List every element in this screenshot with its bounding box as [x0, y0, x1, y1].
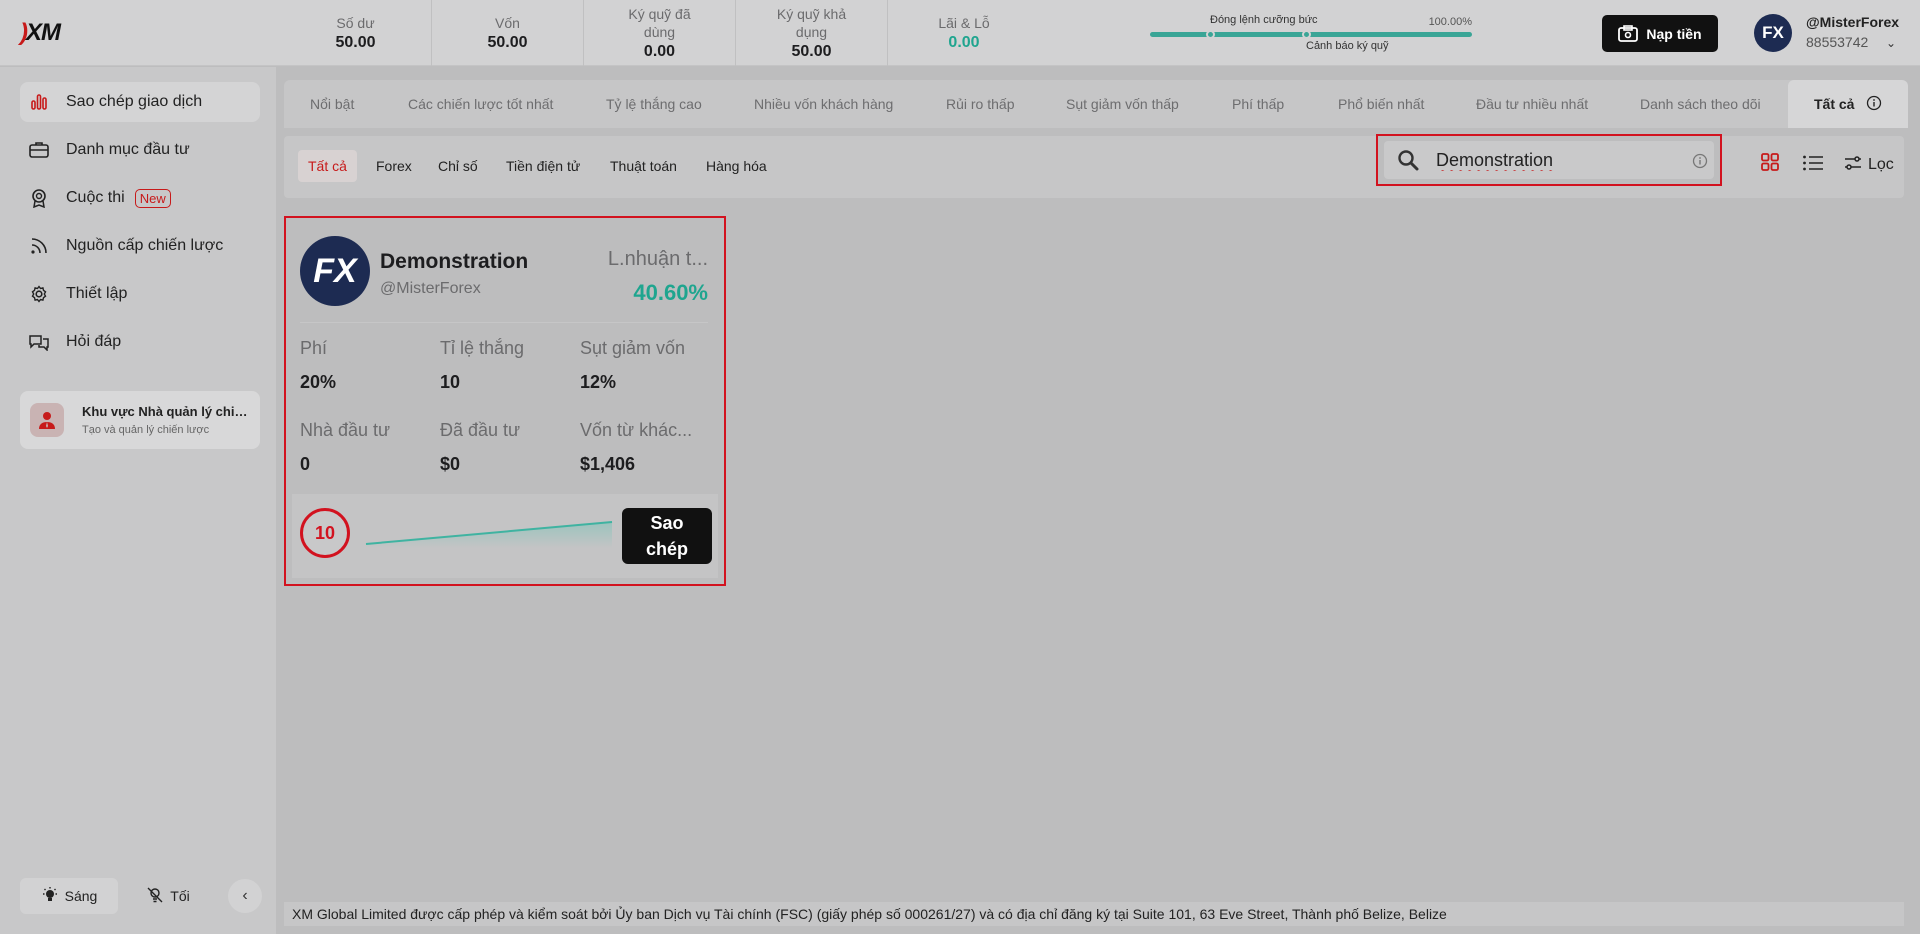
filter-button[interactable]: Lọc — [1844, 150, 1894, 180]
asset-tab-commodities[interactable]: Hàng hóa — [706, 150, 767, 182]
info-circle-icon[interactable] — [1692, 153, 1708, 174]
xm-logo[interactable]: ) XM — [20, 19, 61, 46]
new-badge: New — [134, 188, 171, 208]
sidebar-item-faq[interactable]: Hỏi đáp — [20, 322, 260, 362]
asset-tab-all[interactable]: Tất cả — [298, 150, 357, 182]
margin-level-bar: Đóng lệnh cưỡng bức 100.00% Cảnh báo ký … — [1150, 12, 1472, 56]
metric-value-investors: 0 — [300, 454, 311, 474]
medal-icon — [28, 187, 50, 209]
stop-out-marker — [1206, 30, 1215, 39]
sliders-icon — [1844, 155, 1862, 176]
asset-tab-indices[interactable]: Chỉ số — [438, 150, 478, 182]
tab-low-risk[interactable]: Rủi ro thấp — [946, 80, 1014, 128]
tab-low-fee[interactable]: Phí thấp — [1232, 80, 1284, 128]
strategy-category-tabs: Nổi bật Các chiến lược tốt nhất Tỷ lệ th… — [284, 80, 1909, 128]
stat-equity: Vốn 50.00 — [432, 0, 584, 66]
stat-used-margin: Ký quỹ đã dùng 0.00 — [584, 0, 736, 66]
info-circle-icon[interactable] — [1866, 95, 1882, 114]
strategy-avatar: FX — [300, 236, 370, 306]
deposit-button[interactable]: Nạp tiền — [1602, 15, 1718, 52]
sidebar-item-settings[interactable]: Thiết lập — [20, 274, 260, 314]
account-stats: Số dư 50.00 Vốn 50.00 Ký quỹ đã dùng 0.0… — [280, 0, 1040, 66]
sidebar-item-portfolio[interactable]: Danh mục đầu tư — [20, 130, 260, 170]
chat-bubbles-icon — [28, 331, 50, 353]
metric-label-invested: Đã đầu tư — [440, 420, 521, 440]
rss-icon — [28, 235, 50, 257]
asset-tab-crypto[interactable]: Tiền điện tử — [506, 150, 580, 182]
briefcase-icon — [28, 139, 50, 161]
sidebar-item-copy-trading[interactable]: Sao chép giao dịch — [20, 82, 260, 122]
metric-label-investors: Nhà đầu tư — [300, 420, 391, 440]
account-id: 88553742 — [1806, 34, 1869, 50]
tab-best-strategies[interactable]: Các chiến lược tốt nhất — [408, 80, 553, 128]
sidebar-item-contest[interactable]: Cuộc thi New — [20, 178, 260, 218]
sidebar: Sao chép giao dịch Danh mục đầu tư Cuộc … — [0, 67, 276, 934]
strategy-manager-area[interactable]: Khu vực Nhà quản lý chiến lược Tạo và qu… — [20, 391, 260, 449]
metric-value-drawdown: 12% — [580, 372, 617, 392]
user-avatar[interactable]: FX — [1754, 14, 1792, 52]
card-divider — [300, 322, 708, 323]
lightbulb-off-icon — [146, 886, 164, 907]
metric-value-invested: $0 — [440, 454, 461, 474]
stat-free-margin: Ký quỹ khả dụng 50.00 — [736, 0, 888, 66]
search-field[interactable] — [1384, 141, 1714, 179]
strategy-handle: @MisterForex — [380, 280, 481, 297]
search-input[interactable] — [1436, 147, 1686, 173]
stat-pnl: Lãi & Lỗ 0.00 — [938, 15, 990, 51]
light-theme-button[interactable]: Sáng — [20, 878, 118, 914]
tab-featured[interactable]: Nổi bật — [310, 80, 354, 128]
wallet-icon — [1618, 24, 1639, 42]
risk-score-badge: 10 — [300, 508, 350, 558]
tab-high-win-rate[interactable]: Tỷ lệ thắng cao — [606, 80, 702, 128]
top-header: ) XM Số dư 50.00 Vốn 50.00 Ký quỹ đã dùng… — [0, 0, 1920, 66]
card-highlight: FX Demonstration @MisterForex L.nhuận t.… — [284, 216, 726, 586]
strategy-name[interactable]: Demonstration — [380, 250, 528, 274]
tab-high-client-capital[interactable]: Nhiều vốn khách hàng — [754, 80, 893, 128]
tab-watchlist[interactable]: Danh sách theo dõi — [1640, 80, 1761, 128]
tab-most-invested[interactable]: Đầu tư nhiều nhất — [1476, 80, 1588, 128]
metric-value-fee: 20% — [300, 372, 337, 392]
metric-value-other-capital: $1,406 — [580, 454, 636, 474]
margin-call-marker — [1302, 30, 1311, 39]
collapse-sidebar-button[interactable]: ‹ — [228, 879, 262, 913]
regulatory-footer: XM Global Limited được cấp phép và kiểm … — [284, 902, 1904, 926]
metric-label-fee: Phí — [300, 338, 328, 358]
metric-value-win-rate: 10 — [440, 372, 461, 392]
card-footer: 10 Sao chép — [292, 494, 718, 578]
asset-filter-row: Tất cả Forex Chỉ số Tiền điện tử Thuật t… — [284, 134, 1904, 198]
metric-label-win-rate: Tỉ lệ thắng — [440, 338, 525, 358]
copy-strategy-button[interactable]: Sao chép — [622, 508, 712, 564]
chevron-down-icon[interactable]: ⌄ — [1886, 36, 1896, 50]
asset-tab-forex[interactable]: Forex — [376, 150, 412, 182]
sidebar-item-strategy-feed[interactable]: Nguồn cấp chiến lược — [20, 226, 260, 266]
stat-balance: Số dư 50.00 — [280, 0, 432, 66]
profit-label: L.nhuận t... — [607, 248, 708, 270]
metric-label-drawdown: Sụt giảm vốn — [580, 338, 686, 358]
bar-chart-icon — [28, 91, 50, 113]
tab-most-popular[interactable]: Phổ biến nhất — [1338, 80, 1424, 128]
manager-user-icon — [30, 403, 64, 437]
metric-label-other-capital: Vốn từ khác... — [580, 420, 693, 440]
dark-theme-button[interactable]: Tối — [128, 878, 208, 914]
lightbulb-icon — [41, 886, 59, 907]
gear-icon — [28, 283, 50, 305]
strategy-card[interactable]: FX Demonstration @MisterForex L.nhuận t.… — [292, 224, 718, 578]
tab-all[interactable]: Tất cả — [1788, 80, 1909, 128]
asset-tab-algorithm[interactable]: Thuật toán — [610, 150, 677, 182]
list-view-icon[interactable] — [1802, 154, 1824, 177]
profit-value: 40.60% — [633, 280, 708, 305]
tab-low-drawdown[interactable]: Sụt giảm vốn thấp — [1066, 80, 1179, 128]
margin-track — [1150, 32, 1472, 37]
performance-sparkline — [365, 521, 613, 548]
grid-view-icon[interactable] — [1760, 152, 1780, 177]
chevron-left-icon: ‹ — [242, 887, 248, 904]
search-icon — [1396, 148, 1420, 177]
search-highlight — [1376, 134, 1722, 186]
user-name[interactable]: @MisterForex — [1806, 14, 1899, 30]
